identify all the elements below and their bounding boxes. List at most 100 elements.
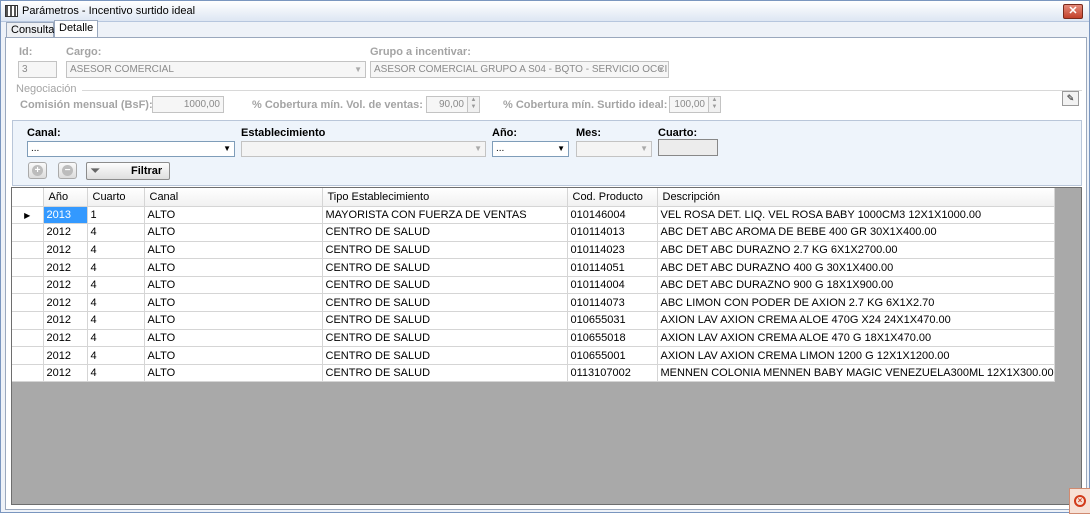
mes-select[interactable]: ▼ xyxy=(576,141,652,157)
cobertura-surt-field[interactable]: 100,00 xyxy=(669,96,709,113)
cell-cod-producto[interactable]: 010114073 xyxy=(567,293,658,313)
cell-cod-producto[interactable]: 010146004 xyxy=(567,206,658,225)
cell-anio[interactable]: 2012 xyxy=(43,293,88,313)
cell-canal[interactable]: ALTO xyxy=(144,258,323,277)
cargo-select[interactable]: ASESOR COMERCIAL ▼ xyxy=(66,61,366,78)
filtrar-button[interactable]: ⏷ Filtrar xyxy=(86,162,170,180)
cell-anio[interactable]: 2012 xyxy=(43,329,88,348)
row-header[interactable] xyxy=(12,223,44,242)
cell-cuarto[interactable]: 4 xyxy=(87,329,145,348)
cell-cod-producto[interactable]: 010114051 xyxy=(567,258,658,277)
cuarto-field[interactable] xyxy=(658,139,718,156)
cell-descripcion[interactable]: VEL ROSA DET. LIQ. VEL ROSA BABY 1000CM3… xyxy=(657,206,1055,225)
cell-tipo-establecimiento[interactable]: MAYORISTA CON FUERZA DE VENTAS xyxy=(322,206,568,225)
remove-button[interactable]: − xyxy=(58,162,77,179)
cell-cuarto[interactable]: 4 xyxy=(87,311,145,330)
cell-anio[interactable]: 2012 xyxy=(43,258,88,277)
cell-cod-producto[interactable]: 010655031 xyxy=(567,311,658,330)
table-row[interactable]: 2012 4 ALTO CENTRO DE SALUD 010655031 AXION L… xyxy=(12,311,1055,330)
cell-tipo-establecimiento[interactable]: CENTRO DE SALUD xyxy=(322,311,568,330)
cell-tipo-establecimiento[interactable]: CENTRO DE SALUD xyxy=(322,258,568,277)
cell-anio[interactable]: 2012 xyxy=(43,276,88,295)
row-header[interactable] xyxy=(12,241,44,260)
cell-anio[interactable]: 2012 xyxy=(43,241,88,260)
column-header-descripcion[interactable]: Descripción xyxy=(657,188,1055,207)
cell-descripcion[interactable]: MENNEN COLONIA MENNEN BABY MAGIC VENEZUE… xyxy=(657,364,1055,383)
tab-consulta[interactable]: Consulta xyxy=(6,22,54,38)
column-header-canal[interactable]: Canal xyxy=(144,188,323,207)
cell-cuarto[interactable]: 4 xyxy=(87,364,145,383)
cell-cuarto[interactable]: 4 xyxy=(87,293,145,313)
column-header-cuarto[interactable]: Cuarto xyxy=(87,188,145,207)
anio-select[interactable]: ... ▼ xyxy=(492,141,569,157)
cobertura-surt-spinner[interactable]: ▲ ▼ xyxy=(708,96,721,113)
cell-cuarto[interactable]: 4 xyxy=(87,241,145,260)
table-row[interactable]: 2012 4 ALTO CENTRO DE SALUD 010655018 AXION L… xyxy=(12,329,1055,348)
cell-canal[interactable]: ALTO xyxy=(144,329,323,348)
cell-tipo-establecimiento[interactable]: CENTRO DE SALUD xyxy=(322,293,568,313)
row-header[interactable] xyxy=(12,311,44,330)
table-row[interactable]: 2012 4 ALTO CENTRO DE SALUD 010655001 AXION L… xyxy=(12,346,1055,365)
cell-tipo-establecimiento[interactable]: CENTRO DE SALUD xyxy=(322,346,568,365)
cell-descripcion[interactable]: ABC DET ABC AROMA DE BEBE 400 GR 30X1X40… xyxy=(657,223,1055,242)
cell-descripcion[interactable]: AXION LAV AXION CREMA LIMON 1200 G 12X1X… xyxy=(657,346,1055,365)
cell-canal[interactable]: ALTO xyxy=(144,223,323,242)
cell-cod-producto[interactable]: 010655001 xyxy=(567,346,658,365)
cell-tipo-establecimiento[interactable]: CENTRO DE SALUD xyxy=(322,364,568,383)
cell-cod-producto[interactable]: 010114013 xyxy=(567,223,658,242)
table-row[interactable]: 2012 4 ALTO CENTRO DE SALUD 010114073 ABC LIM… xyxy=(12,293,1055,313)
cell-canal[interactable]: ALTO xyxy=(144,241,323,260)
data-grid[interactable]: Año Cuarto Canal Tipo Establecimiento Co… xyxy=(11,187,1082,505)
canal-select[interactable]: ... ▼ xyxy=(27,141,235,157)
close-button[interactable]: ✕ xyxy=(1063,4,1083,19)
cell-anio[interactable]: 2012 xyxy=(43,364,88,383)
cell-cod-producto[interactable]: 010114023 xyxy=(567,241,658,260)
tab-detalle[interactable]: Detalle xyxy=(54,20,98,38)
cell-descripcion[interactable]: ABC DET ABC DURAZNO 400 G 30X1X400.00 xyxy=(657,258,1055,277)
cell-tipo-establecimiento[interactable]: CENTRO DE SALUD xyxy=(322,241,568,260)
cell-descripcion[interactable]: AXION LAV AXION CREMA ALOE 470G X24 24X1… xyxy=(657,311,1055,330)
row-header[interactable] xyxy=(12,364,44,383)
cell-canal[interactable]: ALTO xyxy=(144,206,323,225)
grupo-select[interactable]: ASESOR COMERCIAL GRUPO A S04 - BQTO - SE… xyxy=(370,61,669,78)
cell-anio[interactable]: 2012 xyxy=(43,311,88,330)
table-row[interactable]: 2012 4 ALTO CENTRO DE SALUD 0113107002 MENNEN… xyxy=(12,364,1055,383)
establecimiento-select[interactable]: ▼ xyxy=(241,141,486,157)
id-field[interactable]: 3 xyxy=(18,61,57,78)
cell-descripcion[interactable]: ABC DET ABC DURAZNO 900 G 18X1X900.00 xyxy=(657,276,1055,295)
table-row[interactable]: 2012 4 ALTO CENTRO DE SALUD 010114023 ABC DET… xyxy=(12,241,1055,260)
row-header[interactable] xyxy=(12,276,44,295)
add-button[interactable]: + xyxy=(28,162,47,179)
cell-canal[interactable]: ALTO xyxy=(144,346,323,365)
column-header-cod-producto[interactable]: Cod. Producto xyxy=(567,188,658,207)
table-row[interactable]: 2012 4 ALTO CENTRO DE SALUD 010114013 ABC DET… xyxy=(12,223,1055,242)
cell-anio[interactable]: 2013 xyxy=(43,206,88,225)
cell-tipo-establecimiento[interactable]: CENTRO DE SALUD xyxy=(322,329,568,348)
cell-tipo-establecimiento[interactable]: CENTRO DE SALUD xyxy=(322,276,568,295)
cell-anio[interactable]: 2012 xyxy=(43,223,88,242)
table-row[interactable]: ▶ 2013 1 ALTO MAYORISTA CON FUERZA DE VENTAS… xyxy=(12,206,1055,225)
table-row[interactable]: 2012 4 ALTO CENTRO DE SALUD 010114004 ABC DET… xyxy=(12,276,1055,295)
row-header[interactable] xyxy=(12,346,44,365)
cell-cod-producto[interactable]: 010655018 xyxy=(567,329,658,348)
cell-canal[interactable]: ALTO xyxy=(144,293,323,313)
edit-icon[interactable]: ✎ xyxy=(1062,91,1079,106)
cell-tipo-establecimiento[interactable]: CENTRO DE SALUD xyxy=(322,223,568,242)
close-corner-button[interactable]: × xyxy=(1069,488,1090,514)
cobertura-vol-field[interactable]: 90,00 xyxy=(426,96,468,113)
cell-cuarto[interactable]: 1 xyxy=(87,206,145,225)
cell-descripcion[interactable]: ABC LIMON CON PODER DE AXION 2.7 KG 6X1X… xyxy=(657,293,1055,313)
cell-canal[interactable]: ALTO xyxy=(144,364,323,383)
row-header[interactable]: ▶ xyxy=(12,206,44,225)
comision-field[interactable]: 1000,00 xyxy=(152,96,224,113)
cell-descripcion[interactable]: AXION LAV AXION CREMA ALOE 470 G 18X1X47… xyxy=(657,329,1055,348)
cobertura-vol-spinner[interactable]: ▲ ▼ xyxy=(467,96,480,113)
cell-cuarto[interactable]: 4 xyxy=(87,276,145,295)
column-header-anio[interactable]: Año xyxy=(43,188,88,207)
table-row[interactable]: 2012 4 ALTO CENTRO DE SALUD 010114051 ABC DET… xyxy=(12,258,1055,277)
cell-cod-producto[interactable]: 010114004 xyxy=(567,276,658,295)
row-header[interactable] xyxy=(12,293,44,313)
cell-descripcion[interactable]: ABC DET ABC DURAZNO 2.7 KG 6X1X2700.00 xyxy=(657,241,1055,260)
cell-canal[interactable]: ALTO xyxy=(144,311,323,330)
cell-cuarto[interactable]: 4 xyxy=(87,258,145,277)
